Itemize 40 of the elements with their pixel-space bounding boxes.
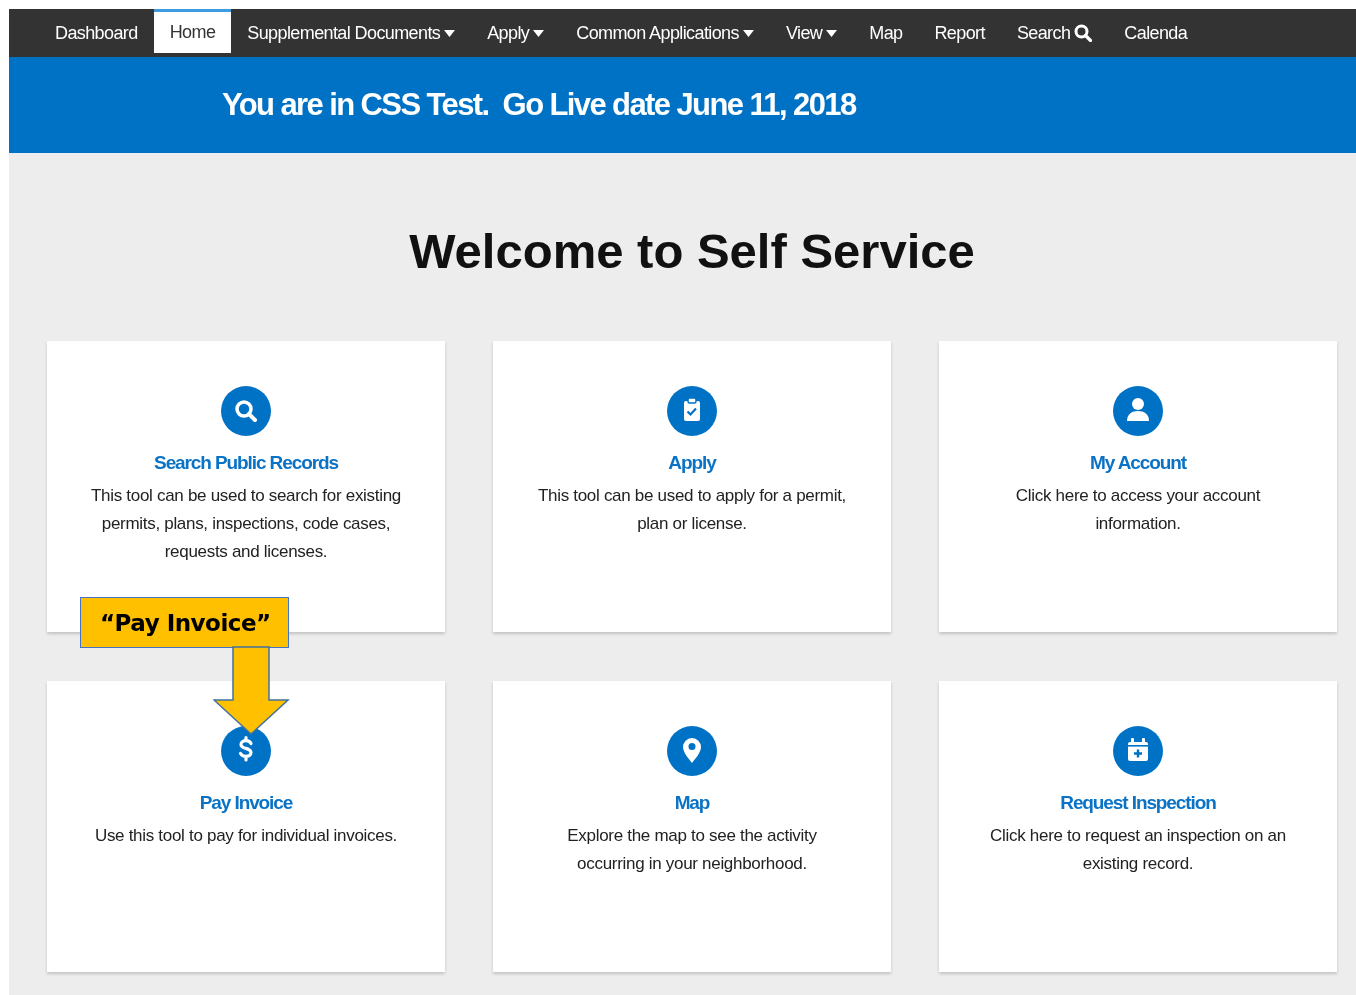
banner-text: You are in CSS Test. Go Live date June 11, 2018 — [222, 87, 856, 123]
card-description: Explore the map to see the activity occurring in your neighborhood. — [566, 825, 818, 875]
nav-tab[interactable]: Report — [918, 9, 1001, 57]
search-icon — [1074, 24, 1093, 42]
nav-tab[interactable]: Map — [853, 9, 919, 57]
nav-tab[interactable]: Supplemental Documents — [231, 9, 472, 57]
card-title-link[interactable]: Pay Invoice — [199, 792, 293, 814]
service-card[interactable]: Pay Invoice Use this tool to pay for individual invoices. — [47, 681, 445, 972]
card-description: Click here to access your account information. — [1014, 485, 1262, 535]
card-description: Click here to request an inspection on an existing record. — [989, 825, 1287, 875]
card-title-link[interactable]: Map — [674, 792, 710, 814]
service-card[interactable]: Map Explore the map to see the activity occurring in your neighborhood. — [493, 681, 891, 972]
card-title-link[interactable]: Request Inspection — [1060, 792, 1216, 814]
caret-icon — [533, 29, 545, 37]
clipboard-check-icon — [667, 386, 717, 436]
nav-tab[interactable]: Common Applications — [560, 9, 770, 57]
card-title-link[interactable]: My Account — [1090, 452, 1186, 474]
nav-tab[interactable]: Search — [1000, 9, 1109, 57]
dollar-icon — [221, 726, 271, 776]
service-card[interactable]: My Account Click here to access your account information. — [939, 341, 1337, 632]
user-icon — [1113, 386, 1163, 436]
service-card[interactable]: Request Inspection Click here to request an inspection on an existing record. — [939, 681, 1337, 972]
card-title-link[interactable]: Apply — [668, 452, 716, 474]
map-pin-icon — [667, 726, 717, 776]
nav-tab[interactable]: Apply — [471, 9, 561, 57]
card-description: This tool can be used to apply for a permit, plan or license. — [537, 485, 847, 535]
caret-icon — [444, 29, 456, 37]
service-card[interactable]: Apply This tool can be used to apply for a permit, plan or license. — [493, 341, 891, 632]
nav-tab[interactable]: View — [769, 9, 854, 57]
nav-tab[interactable]: Dashboard — [39, 9, 154, 57]
card-description: This tool can be used to search for existing permits, plans, inspections, code cases, requests and licenses. — [91, 485, 401, 563]
card-title-link[interactable]: Search Public Records — [154, 452, 338, 474]
search-icon — [221, 386, 271, 436]
caret-icon — [826, 29, 838, 37]
nav-tab[interactable]: Home — [153, 9, 232, 53]
calendar-plus-icon — [1113, 726, 1163, 776]
caret-icon — [742, 29, 754, 37]
nav-tab[interactable]: Calenda — [1108, 9, 1204, 57]
card-description: Use this tool to pay for individual invoices. — [93, 825, 399, 847]
page-heading: Welcome to Self Service — [408, 223, 976, 280]
